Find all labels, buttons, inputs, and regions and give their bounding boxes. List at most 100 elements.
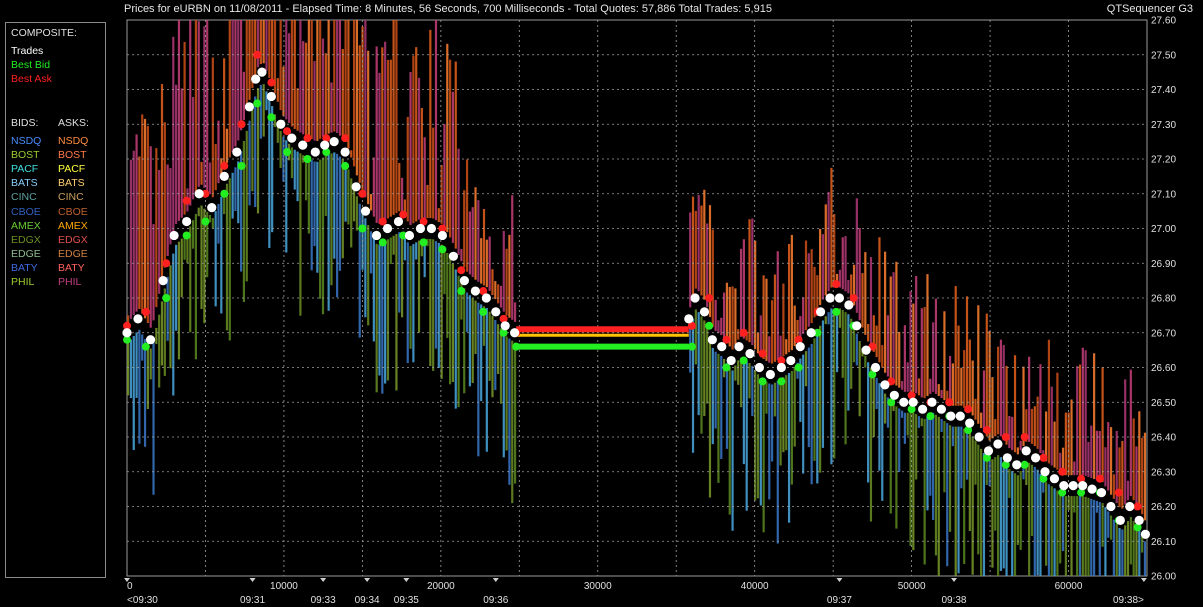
ask-quote-bar [513, 302, 517, 322]
bid-quote-bar [810, 343, 813, 485]
bid-quote-bar [697, 312, 700, 416]
ask-quote-bar [923, 307, 926, 399]
bid-quote-bar [341, 159, 344, 259]
bid-quote-bar [1039, 473, 1042, 576]
ask-quote-bar [412, 55, 415, 224]
ask-quote-bar [1101, 367, 1104, 483]
bid-quote-bar [468, 295, 471, 387]
bid-quote-bar [864, 355, 867, 368]
ask-quote-bar [768, 336, 771, 363]
point-trades [1134, 515, 1144, 526]
ask-quote-bar [934, 298, 938, 394]
bid-quote-bar [271, 106, 274, 233]
bid-quote-bar [304, 156, 308, 201]
ask-quote-bar [694, 210, 697, 289]
ask-quote-bar [1076, 366, 1079, 476]
ask-quote-bar [878, 237, 881, 363]
y-tick-label: 26.60 [1151, 363, 1176, 374]
point-trades [393, 216, 404, 227]
ask-quote-bar [771, 300, 774, 364]
bid-quote-bar [1070, 496, 1073, 576]
ask-quote-bar [330, 82, 333, 133]
bid-quote-bar [965, 430, 969, 480]
ask-quote-bar [858, 228, 861, 321]
bid-quote-bar [867, 362, 870, 483]
ask-quote-bar [191, 97, 195, 200]
point-best-ask [341, 134, 350, 143]
y-tick-label: 27.30 [1151, 120, 1176, 131]
point-trades [880, 380, 890, 390]
bid-quote-bar [954, 426, 957, 576]
ask-quote-bar [980, 412, 983, 428]
bid-quote-bar [991, 459, 994, 568]
point-best-ask [141, 307, 150, 316]
point-trades [459, 276, 469, 286]
ask-quote-bar [491, 269, 494, 295]
point-best-bid [794, 363, 803, 372]
point-trades [266, 91, 276, 102]
bid-quote-bar [694, 309, 697, 365]
bid-quote-bar [316, 161, 319, 273]
bid-quote-bar [1067, 496, 1070, 511]
bid-quote-bar [940, 418, 943, 432]
ask-quote-bar [166, 164, 169, 257]
ask-quote-bar [926, 274, 929, 396]
ask-quote-bar [883, 251, 887, 373]
ask-quote-bar [779, 335, 782, 359]
point-trades [825, 293, 835, 303]
ask-quote-bar [1016, 447, 1019, 455]
ask-quote-bar [386, 59, 390, 219]
ask-quote-bar [248, 20, 251, 100]
ask-quote-bar [889, 276, 892, 380]
bid-quote-bar [872, 372, 875, 437]
ask-quote-bar [158, 169, 161, 294]
bid-quote-bar [1011, 471, 1014, 576]
point-best-bid [687, 342, 696, 351]
time-label: 09:35 [394, 595, 419, 606]
ask-quote-bar [968, 339, 971, 412]
ask-quote-bar [810, 249, 813, 324]
time-marker [364, 578, 371, 582]
bid-quote-bar [844, 312, 847, 445]
ask-quote-bar [799, 316, 802, 338]
bid-quote-bar [711, 347, 714, 445]
ask-quote-bar [903, 325, 906, 392]
bid-quote-bar [790, 370, 793, 485]
point-trades [500, 321, 510, 331]
ask-quote-bar [1124, 379, 1127, 505]
price-chart: 27.60 27.50 27.40 27.30 27.20 27.10 27.00 26.90… [122, 16, 1176, 606]
ask-quote-bar [299, 20, 302, 133]
ask-quote-bar [155, 148, 158, 308]
ask-quote-bar [1073, 461, 1076, 476]
bid-quote-bar [158, 314, 161, 388]
bid-quote-bar [714, 351, 717, 429]
bid-quote-bar [782, 377, 785, 453]
ask-quote-bar [389, 59, 392, 217]
bid-quote-bar [251, 108, 254, 192]
point-trades [993, 439, 1003, 449]
ask-quote-bar [1081, 347, 1084, 476]
bid-quote-bar [432, 239, 435, 371]
time-label: 09:34 [355, 595, 380, 606]
bid-quote-bar [1143, 541, 1147, 576]
bid-quote-bar [485, 308, 488, 452]
bid-quote-bar [437, 242, 440, 368]
bid-quote-bar [454, 269, 457, 409]
ask-quote-bar [474, 187, 477, 280]
bid-quote-bar [835, 308, 839, 373]
bid-quote-bar [127, 343, 130, 396]
bid-quote-bar [1101, 503, 1104, 547]
ask-quote-bar [426, 184, 429, 219]
ask-quote-bar [830, 167, 833, 288]
bid-quote-bar [511, 340, 514, 504]
ask-quote-bar [1028, 356, 1031, 442]
bid-quote-bar [234, 167, 237, 211]
bid-quote-bar [878, 383, 881, 471]
bid-quote-bar [220, 196, 223, 314]
bid-quote-bar [381, 242, 384, 394]
bid-quote-bar [869, 367, 873, 522]
ask-quote-bar [940, 390, 943, 399]
ask-quote-bar [127, 315, 130, 323]
bid-quote-bar [1002, 461, 1005, 569]
bid-quote-bar [400, 235, 404, 318]
